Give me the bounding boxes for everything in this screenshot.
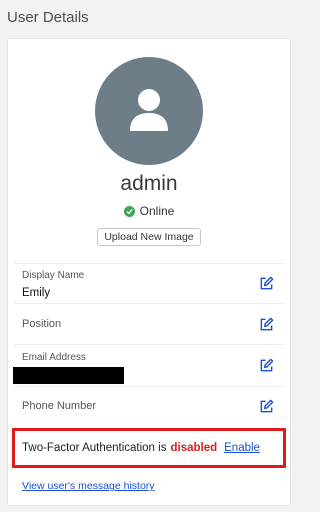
position-label: Position [22, 318, 62, 330]
divider [14, 386, 284, 387]
edit-email-icon[interactable] [259, 358, 274, 373]
two-factor-state: disabled [170, 442, 218, 454]
two-factor-text: Two-Factor Authentication is [22, 442, 167, 454]
divider [14, 303, 284, 304]
upload-new-image-button[interactable]: Upload New Image [97, 228, 201, 246]
divider [14, 344, 284, 345]
display-name-value: Emily [22, 287, 51, 299]
avatar [95, 57, 203, 165]
message-history-link[interactable]: View user's message history [22, 480, 155, 492]
redacted-email-value [13, 367, 124, 384]
email-address-label: Email Address [22, 352, 86, 363]
user-silhouette-icon [130, 89, 168, 131]
two-factor-section: Two-Factor Authentication is disabled En… [12, 428, 286, 468]
enable-two-factor-link[interactable]: Enable [224, 442, 260, 454]
user-details-card: admin Online Upload New Image Display Na… [7, 38, 291, 506]
username: admin [120, 172, 178, 195]
edit-display-name-icon[interactable] [259, 276, 274, 291]
divider [14, 263, 284, 264]
edit-phone-icon[interactable] [259, 399, 274, 414]
edit-position-icon[interactable] [259, 317, 274, 332]
display-name-label: Display Name [22, 270, 85, 281]
online-status: Online [8, 204, 290, 218]
phone-number-label: Phone Number [22, 400, 96, 412]
page-title: User Details [7, 9, 89, 26]
status-text: Online [139, 204, 175, 218]
check-circle-icon [123, 205, 135, 217]
